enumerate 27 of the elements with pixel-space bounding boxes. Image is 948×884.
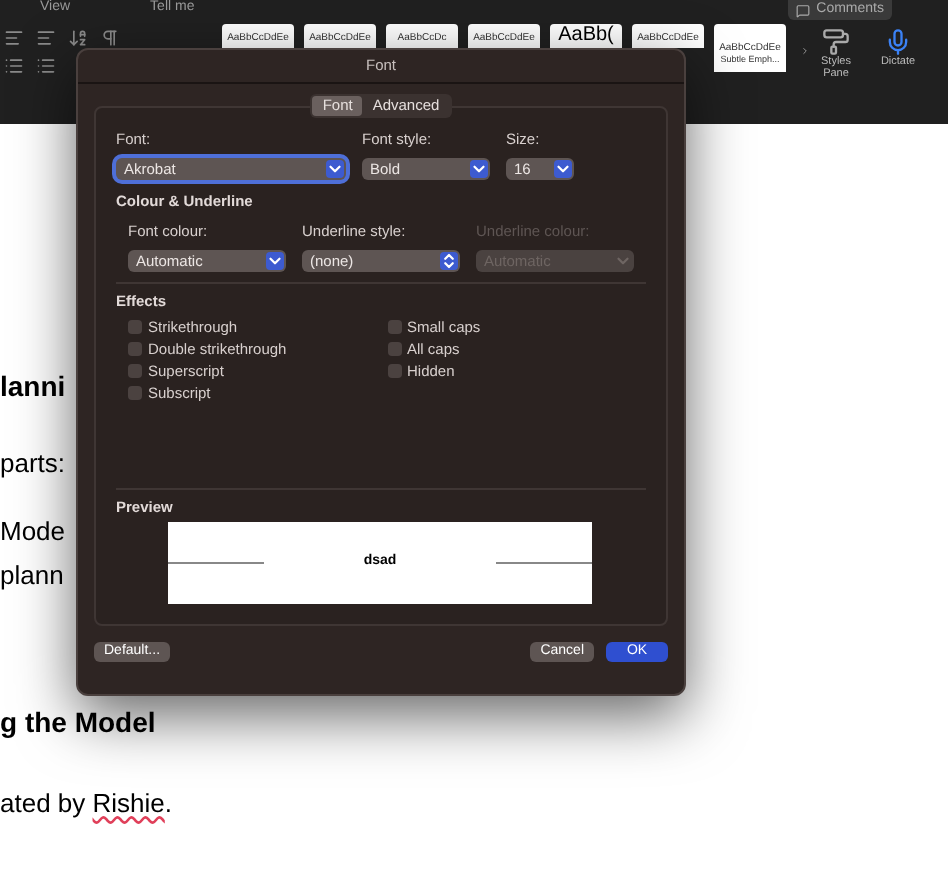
document-text: plann — [0, 560, 64, 592]
document-text: parts: — [0, 448, 66, 480]
styles-pane-icon[interactable] — [822, 28, 850, 56]
chevron-icon — [470, 160, 488, 179]
checkbox[interactable] — [128, 386, 142, 400]
checkbox[interactable] — [387, 364, 401, 378]
document-heading: lanni — [0, 368, 66, 404]
checkbox[interactable] — [128, 364, 142, 378]
style-thumbnail[interactable]: AaBb( — [550, 24, 622, 48]
document-text: ated by Rishie. — [0, 788, 173, 820]
list-icon[interactable] — [4, 56, 24, 76]
microphone-icon[interactable] — [884, 28, 912, 56]
chevron-icon — [440, 251, 458, 270]
checkbox[interactable] — [128, 342, 142, 356]
checkbox[interactable] — [387, 342, 401, 356]
document-heading: g the Model — [0, 704, 156, 740]
checkbox[interactable] — [387, 320, 401, 334]
chevron-icon — [326, 160, 344, 179]
chevron-icon[interactable] — [800, 44, 810, 58]
align-left-icon[interactable] — [4, 28, 24, 48]
comment-icon — [796, 3, 811, 17]
chevron-icon — [266, 251, 284, 270]
pilcrow-icon[interactable] — [100, 28, 120, 48]
checkbox[interactable] — [128, 320, 142, 334]
document-text: Mode — [0, 516, 66, 548]
sort-icon[interactable] — [68, 28, 88, 48]
chevron-icon — [554, 160, 572, 179]
